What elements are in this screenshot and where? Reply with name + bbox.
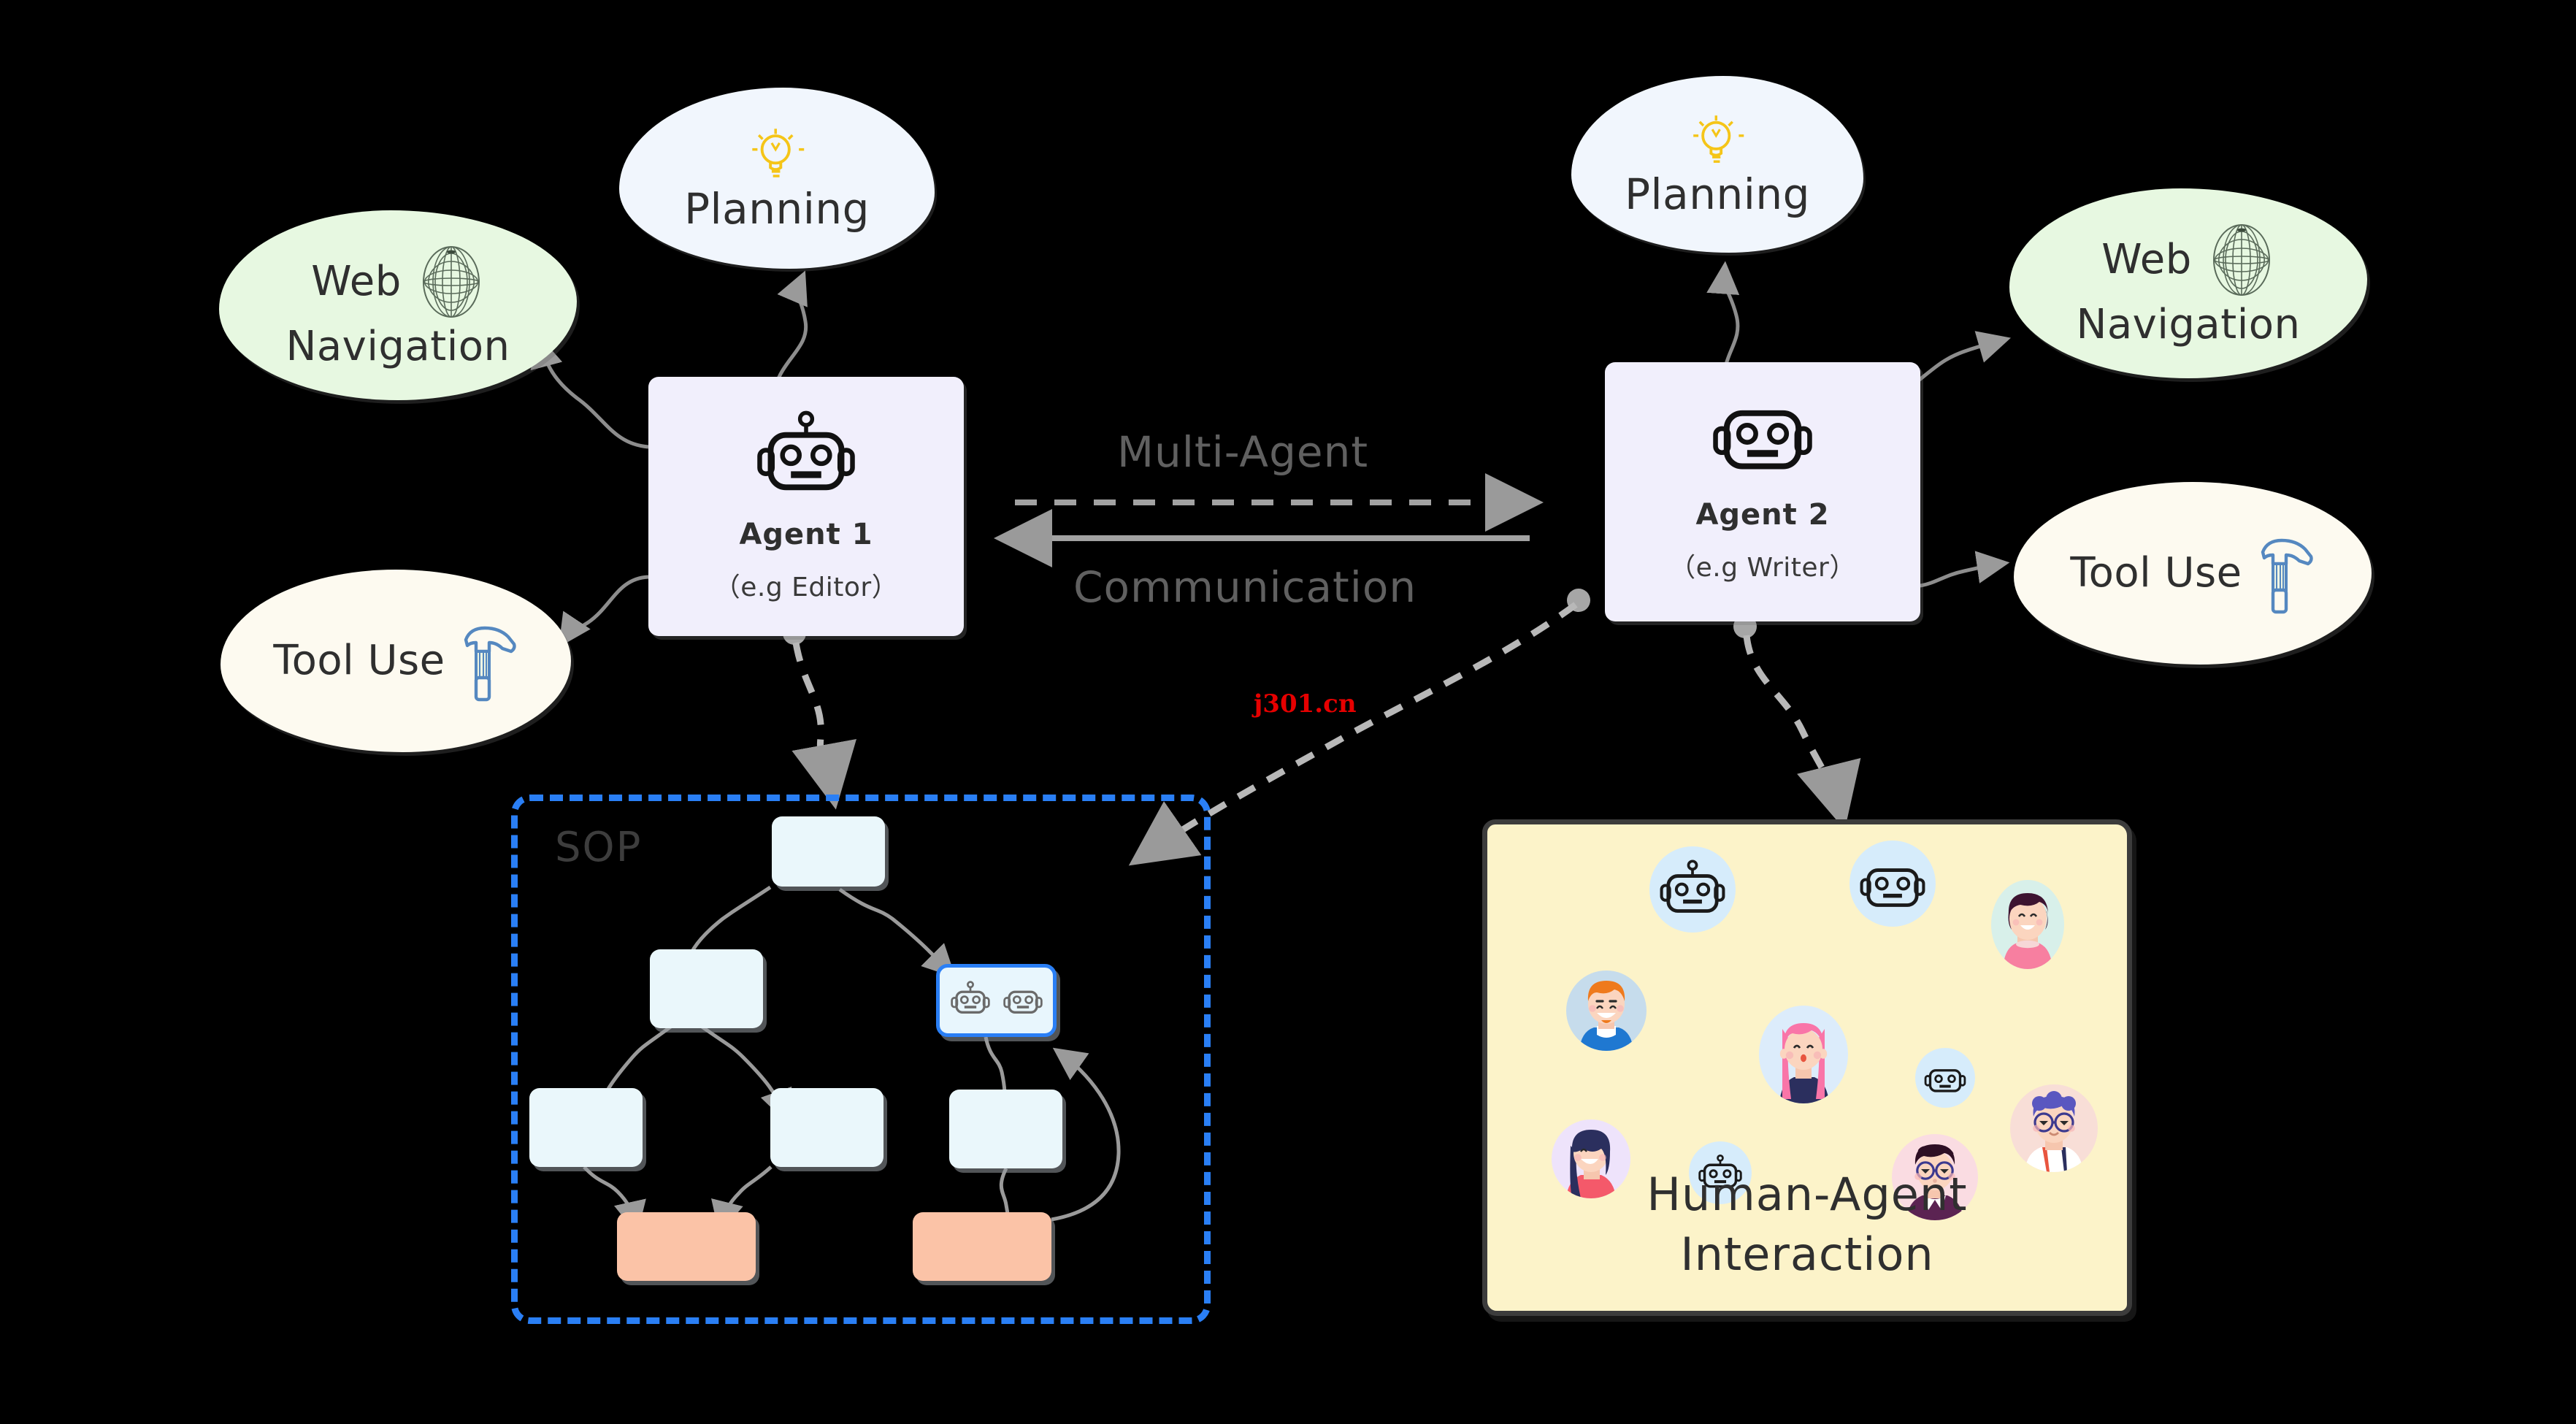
sop-node-root[interactable] [772,816,885,887]
agent1-name: Agent 1 [739,517,873,551]
lightbulb-icon [752,129,805,177]
robot-icon [757,410,855,490]
sop-node-r2[interactable] [949,1090,1062,1168]
lightbulb-icon [1693,115,1744,163]
tool-use-label-right: Tool Use [2070,548,2242,597]
avatar-robot-1[interactable] [1649,846,1736,933]
multi-agent-label: Multi-Agent [1117,427,1369,477]
web-nav-label-right-line1: Web [2101,235,2192,283]
sop-node-l1[interactable] [650,949,763,1028]
tool-use-label-left: Tool Use [273,636,445,684]
globe-icon [2212,223,2270,296]
robot-icon [1924,1069,1966,1092]
avatar-illustration [1779,1023,1829,1103]
avatar-illustration [2003,893,2052,969]
web-nav-label-right-line2: Navigation [2076,300,2301,348]
watermark: j301.cn [1254,689,1357,719]
agent1-card[interactable]: Agent 1 （e.g Editor） [648,377,964,636]
tool-use-bubble-left[interactable]: Tool Use [221,570,571,752]
robot-icon [1713,410,1812,469]
avatar-woman-short-hair[interactable] [1991,880,2064,969]
agent2-card[interactable]: Agent 2 （e.g Writer） [1605,362,1920,621]
avatar-robot-3[interactable] [1915,1048,1975,1108]
diagram-canvas: SOP Agent 1 （e.g Editor） Agent 2 （e.g Wr… [0,0,2576,1424]
avatar-robot-2[interactable] [1849,841,1936,927]
agent2-name: Agent 2 [1695,497,1830,532]
human-agent-title-line1: Human-Agent [1647,1168,1968,1221]
human-agent-title-line2: Interaction [1680,1228,1934,1281]
sop-node-l2b[interactable] [770,1088,883,1167]
sop-node-r3[interactable] [913,1212,1051,1281]
avatar-illustration [2025,1091,2083,1172]
agent1-role: （e.g Editor） [713,572,899,602]
globe-icon [422,245,480,318]
web-navigation-bubble-right[interactable]: Web Navigation [2009,188,2367,378]
human-agent-panel[interactable]: Human-Agent Interaction [1482,819,2132,1316]
planning-label-right: Planning [1625,169,1810,219]
web-nav-label-left-line2: Navigation [285,322,510,370]
robot-icon [1660,860,1725,913]
robot-icon [1860,868,1925,907]
agent2-role: （e.g Writer） [1669,552,1856,583]
communication-label: Communication [1073,562,1417,612]
robot-icon [1003,990,1043,1014]
web-navigation-bubble-left[interactable]: Web Navigation [219,210,577,400]
avatar-woman-pink-hair[interactable] [1759,1006,1848,1103]
tool-use-bubble-right[interactable]: Tool Use [2014,482,2372,665]
robot-icon [950,981,990,1014]
avatar-man-ginger[interactable] [1566,971,1647,1051]
hammer-icon [2261,538,2313,614]
avatar-illustration [1579,981,1633,1051]
sop-node-l3[interactable] [617,1212,756,1281]
sop-edge-root-r1 [838,887,956,978]
avatar-man-glasses-blue-hair[interactable] [2010,1084,2098,1172]
hammer-icon [464,626,516,702]
web-nav-label-left-line1: Web [311,257,402,305]
sop-node-l2a[interactable] [529,1088,643,1167]
planning-label-left: Planning [684,183,870,234]
sop-node-robots[interactable] [936,964,1057,1037]
